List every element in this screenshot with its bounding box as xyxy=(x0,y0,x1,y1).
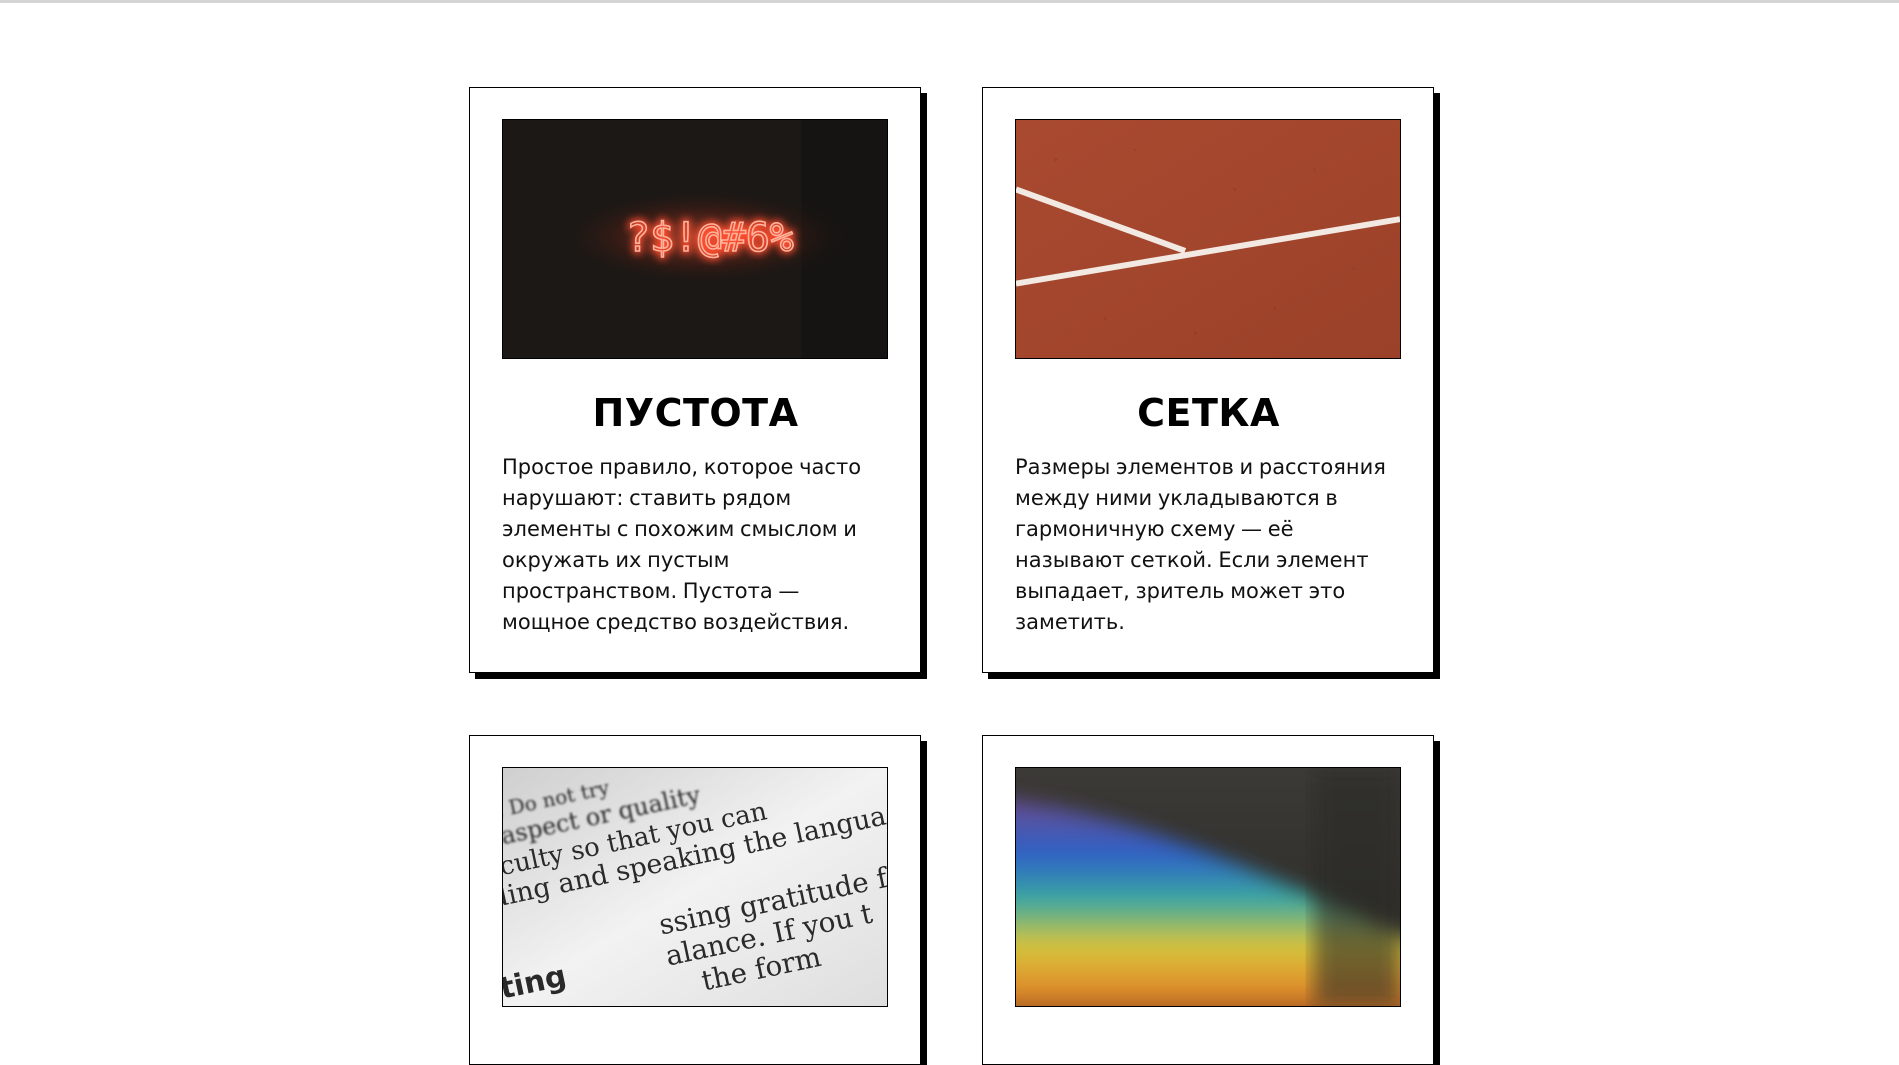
neon-sign-text: ?$!@#6% xyxy=(626,215,794,261)
book-text-closeup-image: ke. Do not try h aspect or quality acult… xyxy=(503,768,887,1006)
card-emptiness: ?$!@#6% ?$!@#6% ПУСТОТА Простое правило,… xyxy=(469,87,921,673)
card-description: Простое правило, которое часто нарушают:… xyxy=(502,455,862,634)
card-grid: СЕТКА Размеры элементов и расстояния меж… xyxy=(982,87,1434,673)
card-image-rainbow xyxy=(1015,767,1401,1007)
card-image-court xyxy=(1015,119,1401,359)
browser-top-divider xyxy=(0,0,1899,3)
card-image-book: ke. Do not try h aspect or quality acult… xyxy=(502,767,888,1007)
card-description: Размеры элементов и расстояния между ним… xyxy=(1015,455,1386,634)
rainbow-light-image xyxy=(1016,768,1400,1006)
card-color xyxy=(982,735,1434,1065)
card-image-neon: ?$!@#6% ?$!@#6% xyxy=(502,119,888,359)
neon-sign-image: ?$!@#6% ?$!@#6% xyxy=(503,120,887,358)
clay-court-lines-image xyxy=(1016,120,1400,358)
card-title: ПУСТОТА xyxy=(592,391,799,435)
card-title: СЕТКА xyxy=(1137,391,1280,435)
cards-grid: ?$!@#6% ?$!@#6% ПУСТОТА Простое правило,… xyxy=(469,87,1434,1065)
card-typography: ke. Do not try h aspect or quality acult… xyxy=(469,735,921,1065)
